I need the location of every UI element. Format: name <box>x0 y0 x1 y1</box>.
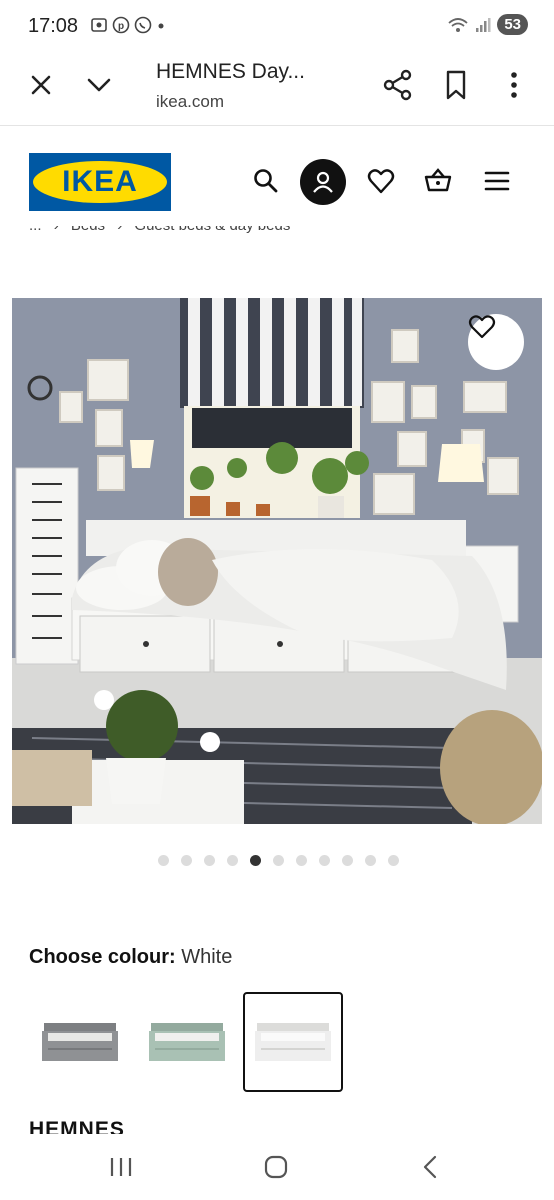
product-name: HEMNES <box>29 1120 229 1134</box>
dot-icon <box>158 23 164 29</box>
share-icon[interactable] <box>382 68 414 102</box>
colour-swatch-green[interactable] <box>137 992 237 1092</box>
close-icon[interactable] <box>26 70 56 100</box>
daybed-grey-thumbnail <box>42 1023 118 1061</box>
add-to-favourites-button[interactable] <box>468 314 524 370</box>
search-icon[interactable] <box>251 166 281 196</box>
breadcrumb-item[interactable]: Guest beds & day beds <box>134 226 290 234</box>
heart-icon <box>468 315 496 339</box>
colour-value: White <box>181 946 233 968</box>
back-icon[interactable] <box>416 1152 446 1182</box>
gallery-dot[interactable] <box>364 855 376 866</box>
gallery-dot[interactable] <box>387 855 399 866</box>
pinterest-icon: p <box>112 16 130 34</box>
gallery-dot[interactable] <box>295 855 307 866</box>
bookmark-icon[interactable] <box>440 68 472 102</box>
product-image[interactable] <box>12 298 542 824</box>
ikea-logo[interactable]: IKEA <box>29 153 171 211</box>
product-name-text: HEMNES <box>29 1120 125 1134</box>
more-options-icon[interactable] <box>500 68 528 102</box>
status-right: 53 <box>447 14 528 35</box>
menu-icon[interactable] <box>482 166 512 196</box>
logo-text: IKEA <box>62 165 138 198</box>
browser-toolbar: HEMNES Day... ikea.com <box>0 52 554 126</box>
daybed-green-thumbnail <box>149 1023 225 1061</box>
whatsapp-icon <box>134 16 152 34</box>
gallery-dot[interactable] <box>318 855 330 866</box>
wifi-icon <box>448 17 468 32</box>
account-button[interactable] <box>300 159 346 205</box>
breadcrumb-inner: ... › Beds › Guest beds & day beds <box>29 226 290 234</box>
gallery-dot[interactable] <box>249 855 261 866</box>
colour-swatch-grey[interactable] <box>30 992 130 1092</box>
gallery-dot[interactable] <box>226 855 238 866</box>
browser-url[interactable]: ikea.com <box>156 92 224 112</box>
bedroom-photo <box>12 298 542 824</box>
signal-icon <box>476 17 491 32</box>
breadcrumb-item[interactable]: Beds <box>71 226 105 234</box>
status-time: 17:08 <box>28 15 79 37</box>
gallery-dot[interactable] <box>341 855 353 866</box>
user-icon <box>313 171 333 193</box>
breadcrumb-item[interactable]: ... <box>29 226 42 234</box>
gallery-dots <box>0 855 554 869</box>
colour-swatch-white[interactable] <box>243 992 343 1092</box>
notification-icons: p <box>90 16 166 34</box>
breadcrumb-separator: › <box>117 226 122 234</box>
breadcrumb: ... › Beds › Guest beds & day beds <box>29 226 529 246</box>
android-nav-bar <box>0 1134 554 1200</box>
colour-label: Choose colour: <box>29 946 176 968</box>
battery-badge: 53 <box>497 14 528 35</box>
recent-apps-icon[interactable] <box>106 1152 136 1182</box>
breadcrumb-separator: › <box>54 226 59 234</box>
gallery-dot[interactable] <box>180 855 192 866</box>
screenshot-icon <box>91 18 107 32</box>
cart-icon[interactable] <box>423 166 453 196</box>
status-bar: 17:08 p 53 <box>0 0 554 52</box>
chevron-down-icon[interactable] <box>84 70 114 100</box>
svg-text:p: p <box>118 21 124 32</box>
gallery-dot[interactable] <box>272 855 284 866</box>
colour-chooser-label: Choose colour: White <box>29 946 232 969</box>
home-icon[interactable] <box>261 1152 291 1182</box>
heart-icon[interactable] <box>366 166 396 196</box>
gallery-dot[interactable] <box>203 855 215 866</box>
logo-oval: IKEA <box>33 161 167 203</box>
browser-page-title[interactable]: HEMNES Day... <box>156 60 305 84</box>
gallery-dot[interactable] <box>157 855 169 866</box>
daybed-white-thumbnail <box>255 1023 331 1061</box>
